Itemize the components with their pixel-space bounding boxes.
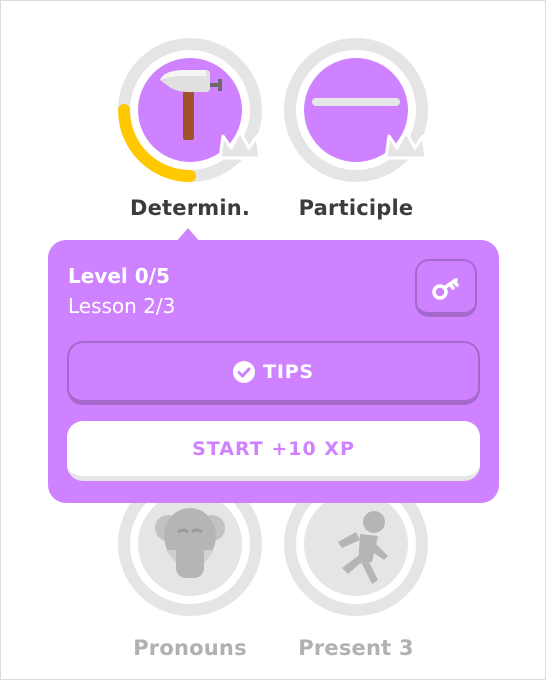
- skill-label-present3[interactable]: Present 3: [261, 636, 451, 660]
- skill-label-participle[interactable]: Participle: [261, 196, 451, 220]
- start-lesson-button[interactable]: START +10 XP: [67, 421, 480, 481]
- tips-label: TIPS: [263, 360, 314, 383]
- progress-ring-determiners: [118, 38, 262, 182]
- lesson-progress: Lesson 2/3: [68, 294, 176, 318]
- level-title: Level 0/5: [68, 264, 170, 288]
- skill-popup: Level 0/5 Lesson 2/3 TIPS START +10 XP: [48, 240, 499, 503]
- tips-button[interactable]: TIPS: [67, 341, 480, 405]
- skill-determiners[interactable]: [116, 36, 264, 184]
- skill-label-determiners[interactable]: Determin.: [95, 196, 285, 220]
- progress-ring-participle: [284, 38, 428, 182]
- skill-label-pronouns[interactable]: Pronouns: [95, 636, 285, 660]
- skill-participle[interactable]: [282, 36, 430, 184]
- start-label: START +10 XP: [192, 437, 355, 460]
- dash-icon: [312, 98, 400, 106]
- key-icon: [432, 278, 459, 300]
- check-circle-icon: [233, 360, 256, 383]
- test-out-key-button[interactable]: [415, 259, 477, 317]
